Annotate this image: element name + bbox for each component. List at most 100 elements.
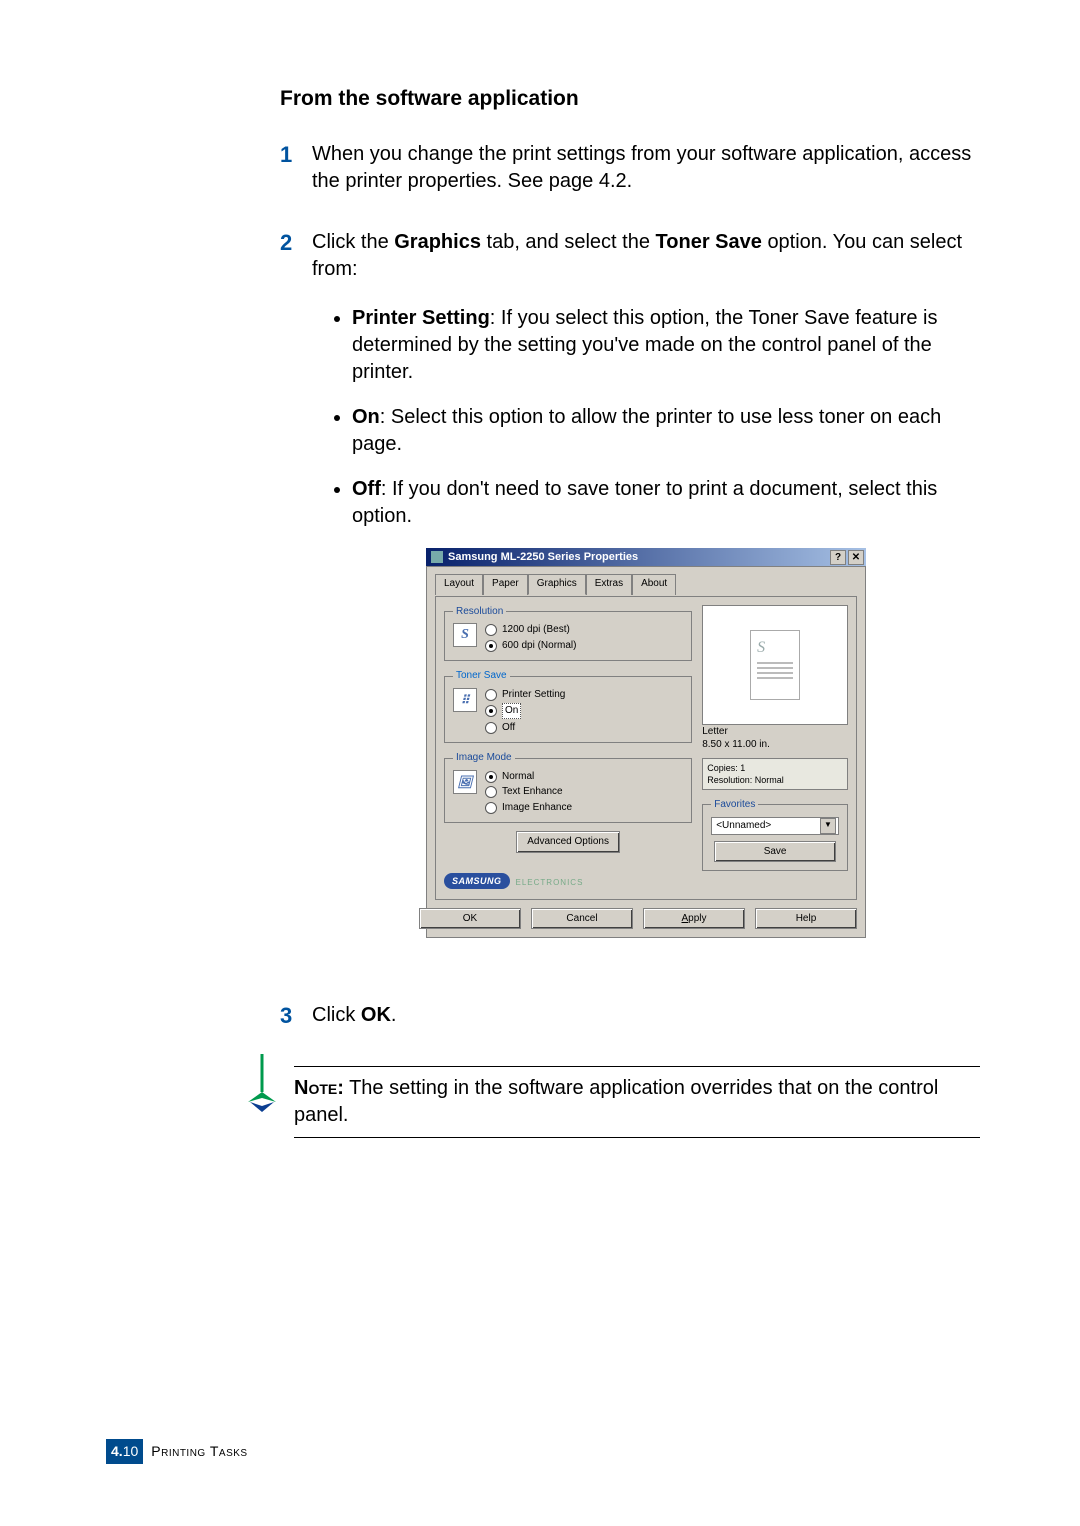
help-window-button[interactable]: ?	[830, 550, 846, 565]
advanced-options-button[interactable]: Advanced Options	[516, 831, 620, 853]
dialog-titlebar[interactable]: Samsung ML-2250 Series Properties ? ✕	[426, 548, 866, 566]
radio-icon	[485, 722, 497, 734]
group-legend: Favorites	[711, 798, 758, 812]
group-legend: Resolution	[453, 605, 506, 619]
samsung-logo: SAMSUNG	[444, 873, 510, 889]
radio-icon	[485, 689, 497, 701]
option-label: Image Enhance	[502, 801, 572, 815]
chevron-down-icon: ▼	[820, 818, 836, 834]
bullet-label: Off	[352, 478, 381, 500]
brand-subtext: ELECTRONICS	[516, 878, 584, 889]
preview-paper-size: 8.50 x 11.00 in.	[702, 738, 848, 752]
radio-icon	[485, 705, 497, 717]
manual-page: From the software application 1 When you…	[0, 0, 1080, 1526]
tab-panel-graphics: Resolution S 1200 dpi (Best)	[435, 596, 857, 900]
radio-icon	[485, 640, 497, 652]
footer-page-number: 10	[123, 1443, 139, 1459]
step-3: 3 Click OK.	[280, 1002, 980, 1030]
imagemode-option-text-enhance[interactable]: Text Enhance	[485, 785, 572, 799]
page-footer: 4.10 Printing Tasks	[106, 1439, 248, 1464]
group-image-mode: Image Mode 🖼 Normal	[444, 751, 692, 823]
bullet-text: : Select this option to allow the printe…	[352, 406, 941, 455]
step-2-graphics-word: Graphics	[394, 231, 481, 253]
note-arrow-icon	[242, 1052, 282, 1120]
favorites-selected-value: <Unnamed>	[716, 819, 771, 833]
group-legend: Toner Save	[453, 669, 510, 683]
toner-option-off[interactable]: Off	[485, 721, 565, 735]
bullet-label: On	[352, 406, 380, 428]
step-2-text-a: Click the	[312, 231, 394, 253]
radio-icon	[485, 771, 497, 783]
step-1-text: When you change the print settings from …	[312, 141, 980, 195]
step-1: 1 When you change the print settings fro…	[280, 141, 980, 195]
option-label: 1200 dpi (Best)	[502, 623, 570, 637]
bullet-on: On: Select this option to allow the prin…	[352, 404, 980, 458]
imagemode-option-image-enhance[interactable]: Image Enhance	[485, 801, 572, 815]
bullet-printer-setting: Printer Setting: If you select this opti…	[352, 305, 980, 386]
apply-button[interactable]: Apply	[643, 908, 745, 930]
option-label: On	[502, 703, 521, 719]
resolution-icon: S	[453, 623, 477, 647]
dialog-tabs: Layout Paper Graphics Extras About	[435, 573, 857, 594]
bullet-off: Off: If you don't need to save toner to …	[352, 476, 980, 530]
radio-icon	[485, 802, 497, 814]
group-toner-save: Toner Save ⠿ Printer Setting	[444, 669, 692, 743]
radio-icon	[485, 624, 497, 636]
status-box: Copies: 1 Resolution: Normal	[702, 758, 848, 790]
bullet-text: : If you don't need to save toner to pri…	[352, 478, 937, 527]
toner-option-printer-setting[interactable]: Printer Setting	[485, 688, 565, 702]
option-label: Printer Setting	[502, 688, 565, 702]
tab-extras[interactable]: Extras	[586, 574, 632, 595]
preview-s-icon: S	[757, 637, 793, 659]
step-2: 2 Click the Graphics tab, and select the…	[280, 229, 980, 968]
option-label: Off	[502, 721, 515, 735]
dialog-app-icon	[431, 551, 443, 563]
group-legend: Image Mode	[453, 751, 515, 765]
footer-chapter: 4.	[111, 1443, 123, 1459]
tab-layout[interactable]: Layout	[435, 574, 483, 595]
note-text: The setting in the software application …	[294, 1077, 938, 1126]
tab-graphics[interactable]: Graphics	[528, 574, 586, 595]
dialog-title: Samsung ML-2250 Series Properties	[448, 550, 638, 565]
page-preview: S	[702, 605, 848, 725]
dialog-button-row: OK Cancel Apply Help	[435, 908, 857, 930]
image-mode-icon: 🖼	[453, 770, 477, 794]
step-number: 1	[280, 141, 312, 195]
step-3-ok-word: OK	[361, 1004, 391, 1026]
option-label: Text Enhance	[502, 785, 563, 799]
note-label: Note:	[294, 1077, 344, 1099]
help-button[interactable]: Help	[755, 908, 857, 930]
note-block: Note: The setting in the software applic…	[242, 1066, 980, 1138]
status-resolution: Resolution: Normal	[707, 774, 843, 786]
status-copies: Copies: 1	[707, 762, 843, 774]
radio-icon	[485, 786, 497, 798]
option-label: Normal	[502, 770, 534, 784]
group-favorites: Favorites <Unnamed> ▼ Save	[702, 798, 848, 871]
option-label: 600 dpi (Normal)	[502, 639, 576, 653]
step-2-bullets: Printer Setting: If you select this opti…	[312, 305, 980, 530]
brand-logo-area: SAMSUNG ELECTRONICS	[444, 873, 692, 889]
step-number: 3	[280, 1002, 312, 1030]
section-heading: From the software application	[280, 85, 980, 113]
imagemode-option-normal[interactable]: Normal	[485, 770, 572, 784]
group-resolution: Resolution S 1200 dpi (Best)	[444, 605, 692, 662]
toner-option-on[interactable]: On	[485, 703, 565, 719]
resolution-option-1200[interactable]: 1200 dpi (Best)	[485, 623, 576, 637]
favorites-save-button[interactable]: Save	[714, 841, 836, 863]
preview-paper-name: Letter	[702, 725, 848, 739]
footer-title: Printing Tasks	[151, 1442, 247, 1461]
step-3-tail: .	[391, 1004, 397, 1026]
ok-button[interactable]: OK	[419, 908, 521, 930]
bullet-label: Printer Setting	[352, 307, 490, 329]
step-2-tonersave-word: Toner Save	[656, 231, 762, 253]
step-number: 2	[280, 229, 312, 968]
resolution-option-600[interactable]: 600 dpi (Normal)	[485, 639, 576, 653]
cancel-button[interactable]: Cancel	[531, 908, 633, 930]
step-2-text-b: tab, and select the	[487, 231, 656, 253]
footer-page-badge: 4.10	[106, 1439, 143, 1464]
tab-about[interactable]: About	[632, 574, 676, 595]
tab-paper[interactable]: Paper	[483, 574, 528, 595]
favorites-select[interactable]: <Unnamed> ▼	[711, 817, 839, 835]
close-window-button[interactable]: ✕	[848, 550, 864, 565]
toner-save-icon: ⠿	[453, 688, 477, 712]
